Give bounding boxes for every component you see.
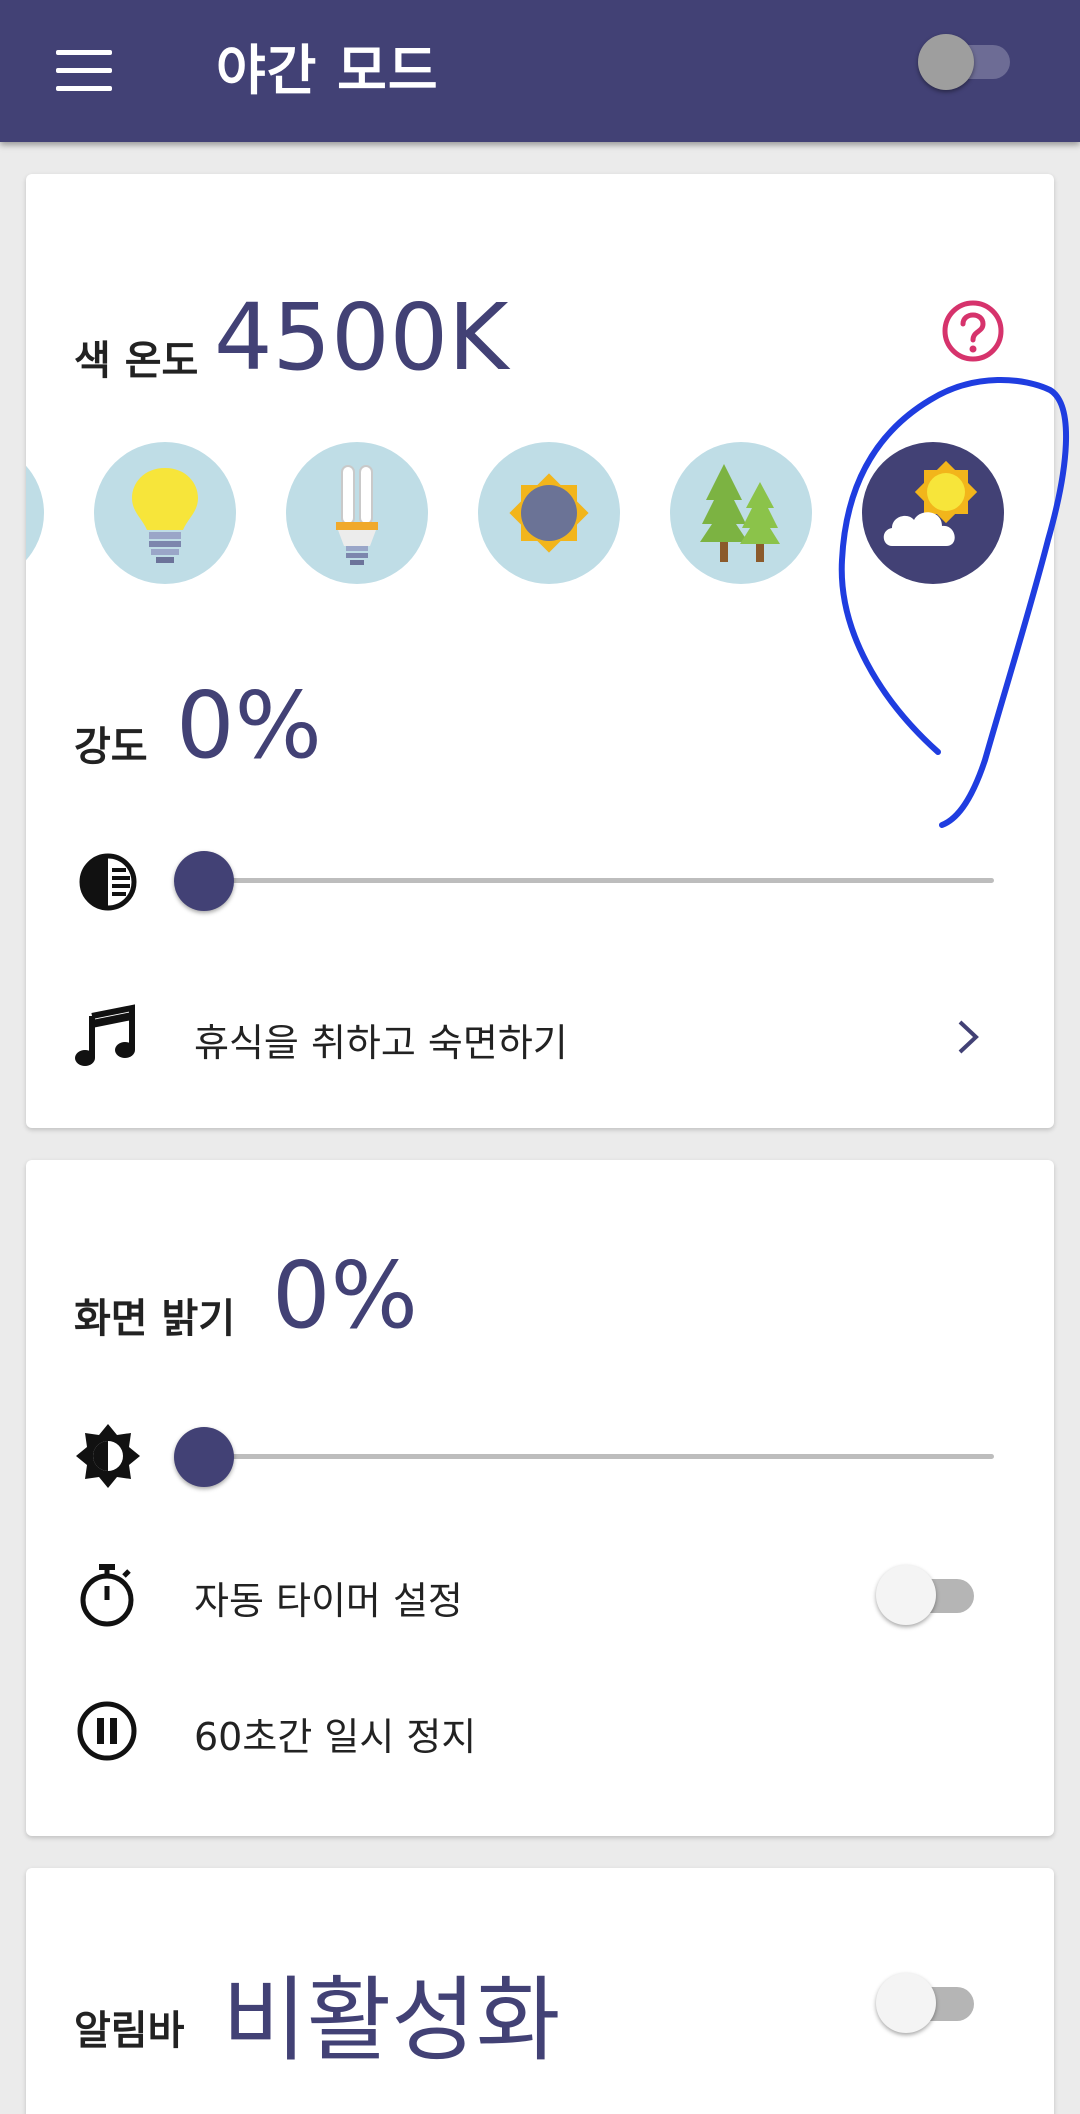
color-temperature-card: 색 온도 4500K 강도 0% 휴식을 취하고 숙면하기 xyxy=(26,174,1054,1128)
notification-bar-value: 비활성화 xyxy=(222,1967,561,2074)
sleep-sounds-row[interactable]: 휴식을 취하고 숙면하기 xyxy=(26,982,1054,1092)
contrast-icon xyxy=(76,850,140,914)
preset-sun-icon[interactable] xyxy=(478,442,620,584)
auto-timer-row[interactable]: 자동 타이머 설정 xyxy=(26,1540,1054,1650)
preset-fluorescent-bulb-icon[interactable] xyxy=(286,442,428,584)
help-circle-icon[interactable] xyxy=(940,298,1006,364)
brightness-icon xyxy=(74,1422,142,1490)
app-bar: 야간 모드 xyxy=(0,0,1080,142)
night-mode-master-switch[interactable] xyxy=(918,30,1018,90)
screen-dim-label: 화면 밝기 xyxy=(74,1296,236,1342)
preset-sun-cloud-icon[interactable] xyxy=(862,442,1004,584)
stopwatch-icon xyxy=(74,1562,140,1628)
color-temperature-value: 4500K xyxy=(214,284,509,391)
screen-dim-slider-thumb[interactable] xyxy=(174,1427,234,1487)
intensity-slider[interactable] xyxy=(174,850,994,912)
sleep-sounds-label: 휴식을 취하고 숙면하기 xyxy=(194,1021,568,1065)
app-title: 야간 모드 xyxy=(216,39,439,102)
auto-timer-switch[interactable] xyxy=(876,1562,986,1628)
preset-partial[interactable] xyxy=(26,442,44,584)
music-note-icon xyxy=(74,1004,140,1070)
intensity-slider-track[interactable] xyxy=(194,878,994,883)
pause-circle-icon xyxy=(74,1698,140,1764)
screen-dim-value: 0% xyxy=(272,1242,418,1349)
chevron-right-icon[interactable] xyxy=(946,1014,992,1060)
pause-label: 60초간 일시 정지 xyxy=(194,1715,477,1759)
screen-dim-slider[interactable] xyxy=(174,1426,994,1488)
intensity-value: 0% xyxy=(176,672,322,779)
intensity-label: 강도 xyxy=(74,724,148,770)
intensity-slider-thumb[interactable] xyxy=(174,851,234,911)
auto-timer-label: 자동 타이머 설정 xyxy=(194,1579,463,1623)
screen-dim-slider-track[interactable] xyxy=(194,1454,994,1459)
pause-row[interactable]: 60초간 일시 정지 xyxy=(26,1676,1054,1786)
screen-dim-card: 화면 밝기 0% 자동 타이머 설정 60초간 일시 정지 xyxy=(26,1160,1054,1836)
notification-bar-card: 알림바 비활성화 xyxy=(26,1868,1054,2114)
preset-incandescent-light-bulb-icon[interactable] xyxy=(94,442,236,584)
hamburger-menu-icon[interactable] xyxy=(40,28,126,114)
notification-bar-label: 알림바 xyxy=(74,2008,185,2054)
notification-bar-switch[interactable] xyxy=(876,1970,986,2036)
preset-trees-icon[interactable] xyxy=(670,442,812,584)
color-temperature-label: 색 온도 xyxy=(74,338,199,384)
color-preset-carousel[interactable] xyxy=(26,438,1054,586)
